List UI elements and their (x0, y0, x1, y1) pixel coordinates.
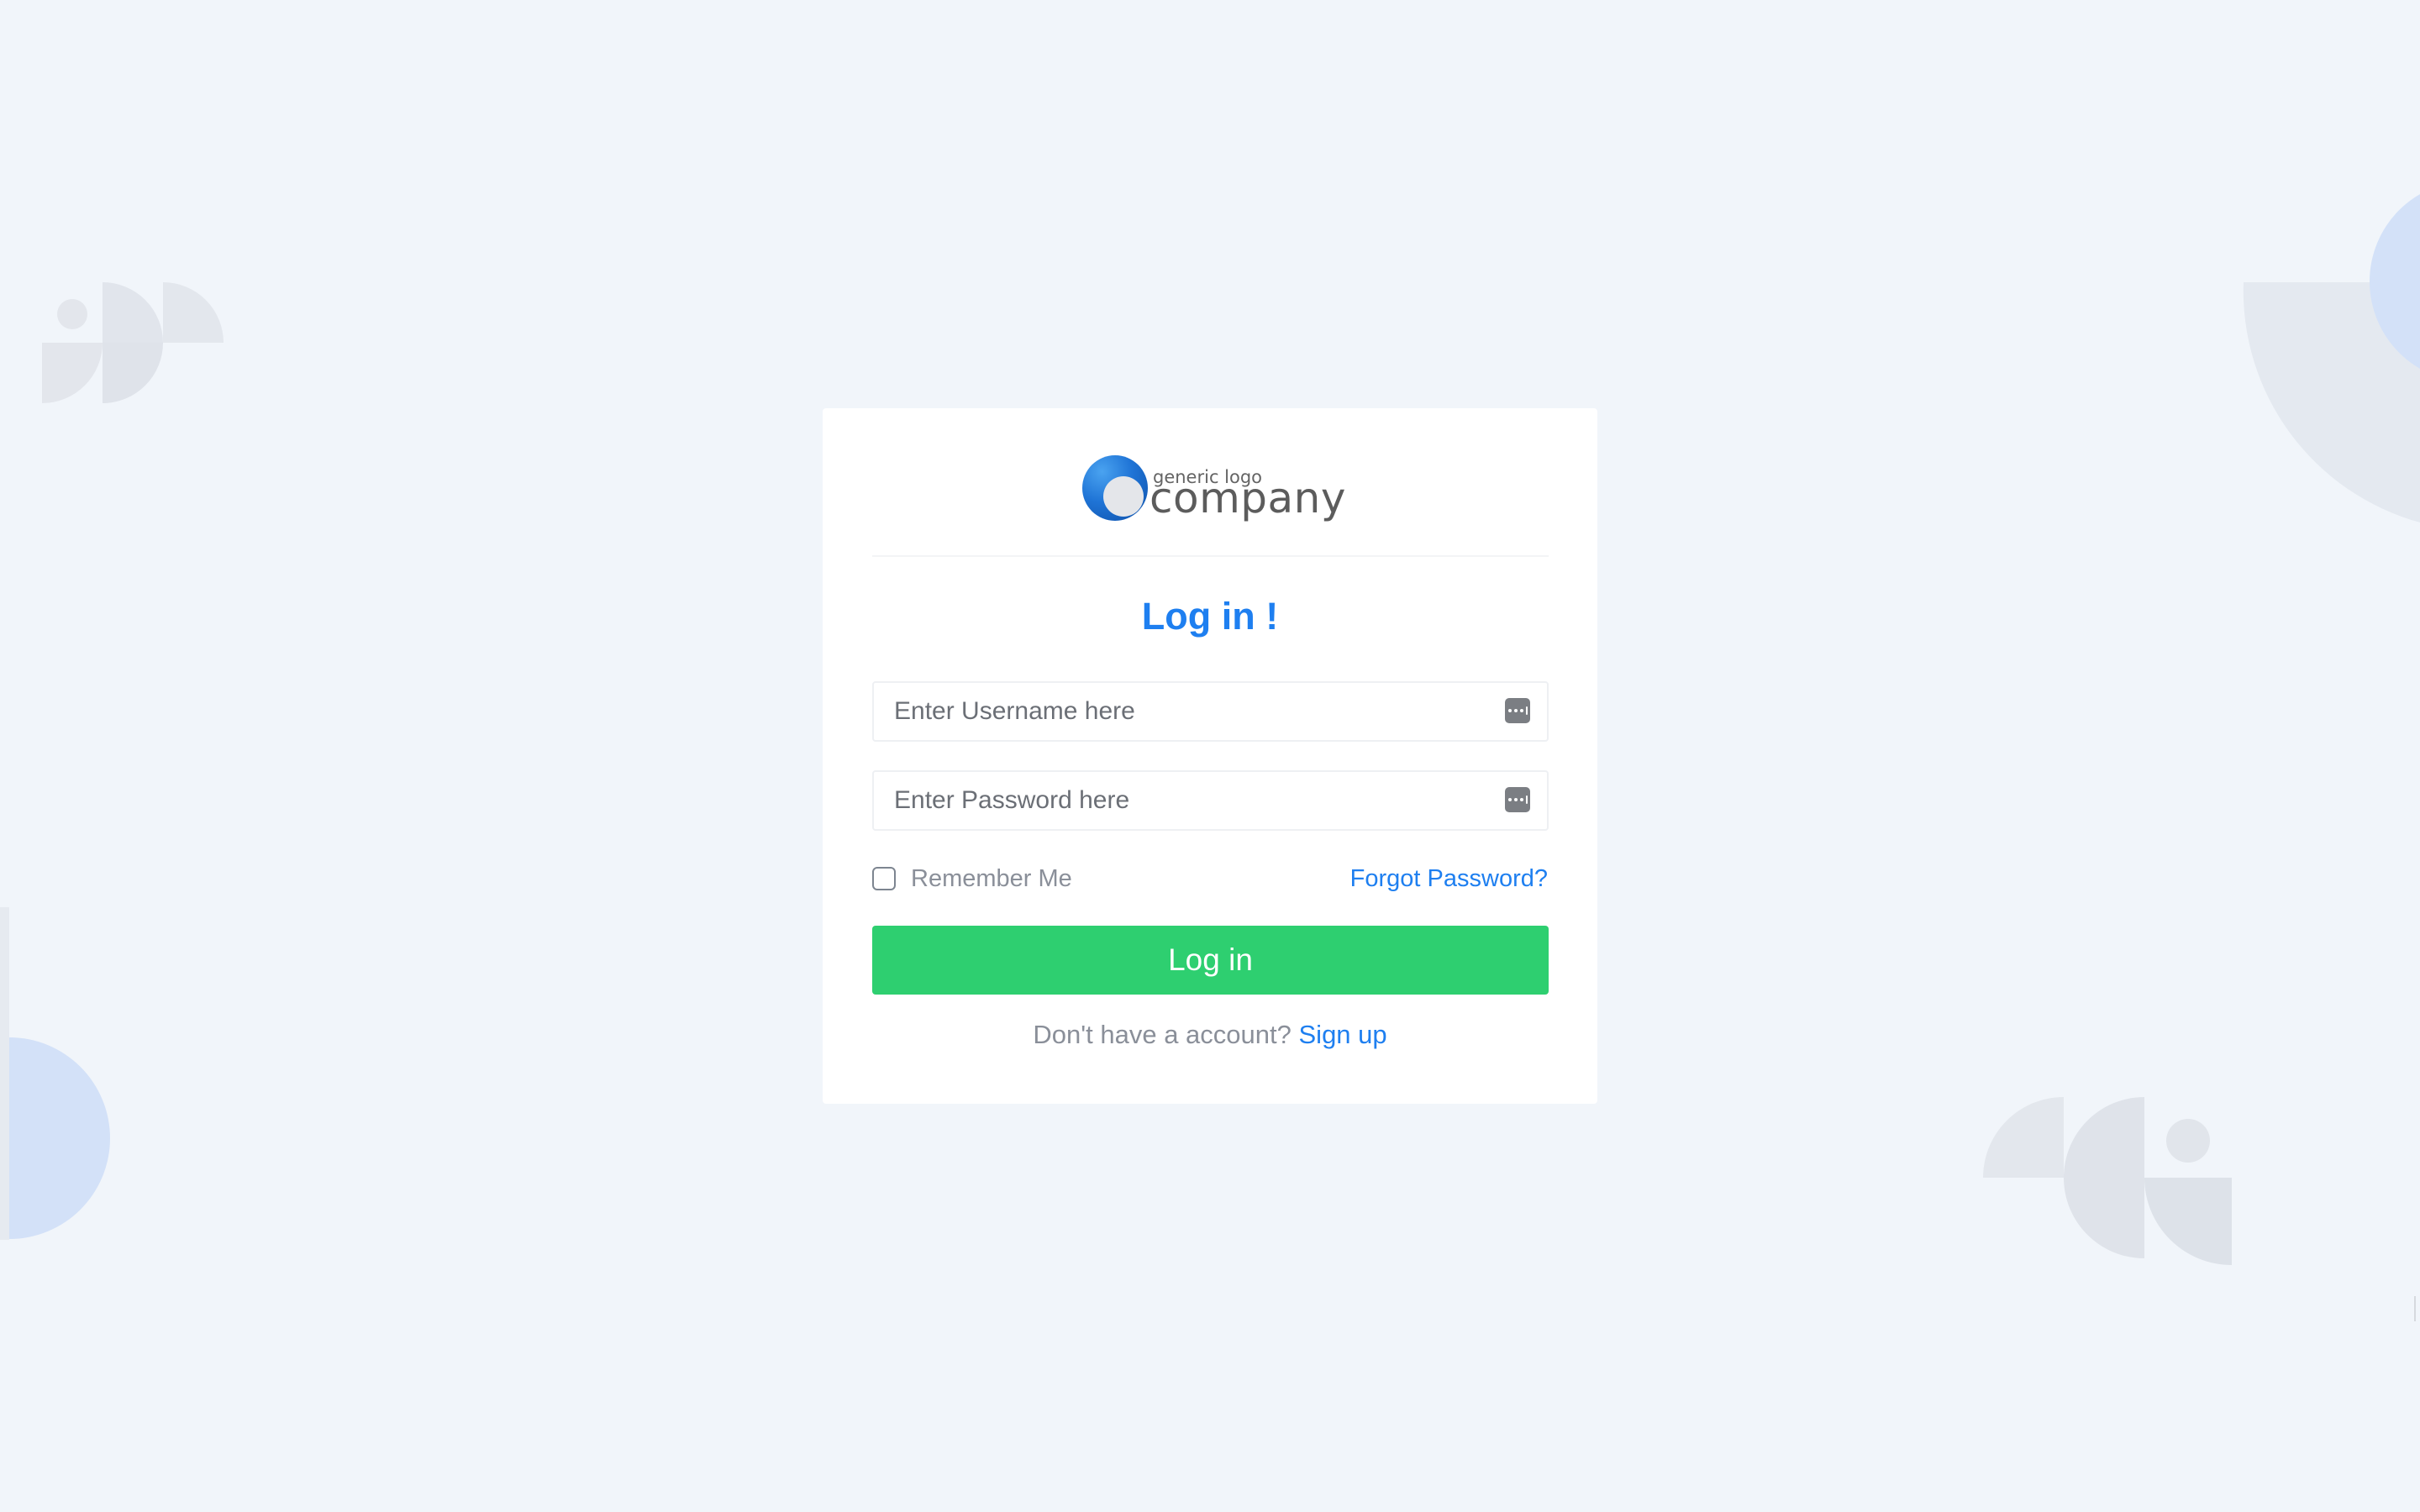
username-field (872, 681, 1549, 742)
edge-marker (2414, 1296, 2418, 1321)
logo-wordmark: company (1150, 474, 1346, 522)
remember-me[interactable]: Remember Me (872, 862, 1072, 895)
logo-mark-icon (1082, 455, 1148, 521)
password-field (872, 770, 1549, 831)
password-manager-icon[interactable] (1505, 698, 1530, 723)
login-card: generic logo company Log in ! Remember M… (823, 408, 1597, 1104)
signup-prompt: Don't have a account? Sign up (823, 1020, 1597, 1050)
decoration-top-left (42, 282, 224, 403)
password-manager-icon[interactable] (1505, 787, 1530, 812)
signup-link[interactable]: Sign up (1299, 1020, 1387, 1049)
forgot-password-link[interactable]: Forgot Password? (1350, 862, 1548, 895)
login-title: Log in ! (1141, 595, 1279, 638)
decoration-bottom-right (1983, 1097, 2232, 1265)
password-input[interactable] (874, 772, 1547, 829)
login-button[interactable]: Log in (872, 926, 1549, 995)
username-input[interactable] (874, 683, 1547, 740)
signup-prompt-text: Don't have a account? (1033, 1020, 1292, 1049)
header-divider (872, 555, 1549, 557)
decoration-top-right (2243, 194, 2420, 522)
remember-me-label[interactable]: Remember Me (911, 865, 1072, 893)
remember-me-checkbox[interactable] (872, 867, 896, 890)
decoration-bottom-left (0, 907, 110, 1240)
company-logo: generic logo company (1082, 455, 1346, 531)
